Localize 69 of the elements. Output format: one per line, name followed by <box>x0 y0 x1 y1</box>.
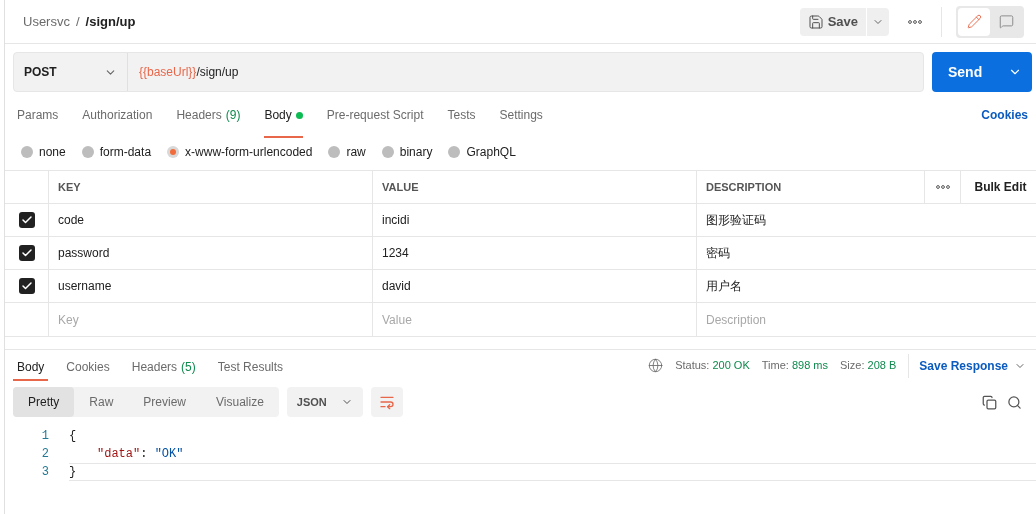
response-tab[interactable]: Test Results <box>213 350 288 381</box>
response-stat: Time: 898 ms <box>761 358 828 374</box>
response-tab[interactable]: Body <box>13 350 49 381</box>
line-number: 2 <box>40 446 49 463</box>
more-icon <box>935 185 950 189</box>
response-tab[interactable]: Headers (5) <box>127 350 200 381</box>
request-tab[interactable]: Tests <box>447 92 476 138</box>
request-tab[interactable]: Headers (9) <box>176 92 241 138</box>
save-response-button[interactable]: Save Response <box>919 356 1026 375</box>
wrap-button[interactable] <box>370 387 403 417</box>
line-number: 1 <box>40 428 49 445</box>
globe-icon[interactable] <box>648 358 664 373</box>
check-icon <box>20 247 33 259</box>
request-tab[interactable]: Authorization <box>82 92 153 138</box>
request-tab[interactable]: Params <box>17 92 59 138</box>
table-cell-text: david <box>382 278 411 295</box>
code-text: } <box>69 464 77 481</box>
search-icon[interactable] <box>1007 394 1022 410</box>
view-mode-tab[interactable]: Preview <box>128 387 202 417</box>
pencil-icon <box>966 14 982 29</box>
check-icon <box>20 280 33 292</box>
new-row-input[interactable]: Description <box>697 303 1036 336</box>
body-type-radio[interactable]: binary <box>381 143 433 161</box>
body-type-radio[interactable]: x-www-form-urlencoded <box>167 143 313 161</box>
response-tab[interactable]: Cookies <box>62 350 114 381</box>
column-header: VALUE <box>382 179 419 195</box>
request-tab[interactable]: Pre-request Script <box>326 92 424 138</box>
code-text: { <box>69 428 77 445</box>
cookies-link[interactable]: Cookies <box>981 106 1028 124</box>
save-button[interactable]: Save <box>799 7 866 36</box>
response-stat: Status: 200 OK <box>675 358 750 374</box>
send-button[interactable]: Send <box>932 52 1032 92</box>
table-cell-text: password <box>58 245 110 262</box>
table-cell-text: 密码 <box>706 245 730 262</box>
more-icon <box>908 19 922 24</box>
request-title: /sign/up <box>85 12 136 31</box>
view-mode-tab[interactable]: Pretty <box>13 387 75 417</box>
bulk-edit-button[interactable]: Bulk Edit <box>961 171 1036 203</box>
column-header: DESCRIPTION <box>706 179 782 195</box>
view-mode-tab[interactable]: Visualize <box>201 387 279 417</box>
breadcrumb-separator: / <box>75 12 80 31</box>
request-tab[interactable]: Body <box>264 92 303 138</box>
body-type-radio[interactable]: none <box>21 143 66 161</box>
new-row-input[interactable]: Value <box>373 303 697 336</box>
table-cell-text: 图形验证码 <box>706 212 766 229</box>
response-stat: Size: 208 B <box>840 358 897 374</box>
format-select[interactable]: JSON <box>286 387 363 417</box>
body-type-radio[interactable]: form-data <box>81 143 152 161</box>
new-row-input[interactable]: Key <box>49 303 373 336</box>
request-tab[interactable]: Settings <box>499 92 543 138</box>
body-type-radio[interactable]: raw <box>328 143 366 161</box>
body-type-radio[interactable]: GraphQL <box>448 143 516 161</box>
row-checkbox[interactable] <box>18 278 35 294</box>
copy-icon[interactable] <box>982 394 997 410</box>
column-header: KEY <box>58 179 81 195</box>
line-number: 3 <box>40 464 49 481</box>
view-mode-tab[interactable]: Raw <box>74 387 129 417</box>
check-icon <box>20 214 33 226</box>
wrap-icon <box>378 394 395 410</box>
breadcrumb-parent[interactable]: Usersvc <box>23 11 70 32</box>
table-cell-text: username <box>58 278 112 295</box>
row-checkbox[interactable] <box>18 212 35 228</box>
table-cell-text: 用户名 <box>706 278 742 295</box>
comment-icon <box>998 14 1014 29</box>
code-text: "data": "OK" <box>96 446 184 463</box>
table-cell-text: incidi <box>382 212 410 229</box>
table-cell-text: code <box>58 212 85 229</box>
row-checkbox[interactable] <box>18 245 35 261</box>
table-cell-text: 1234 <box>382 245 409 262</box>
